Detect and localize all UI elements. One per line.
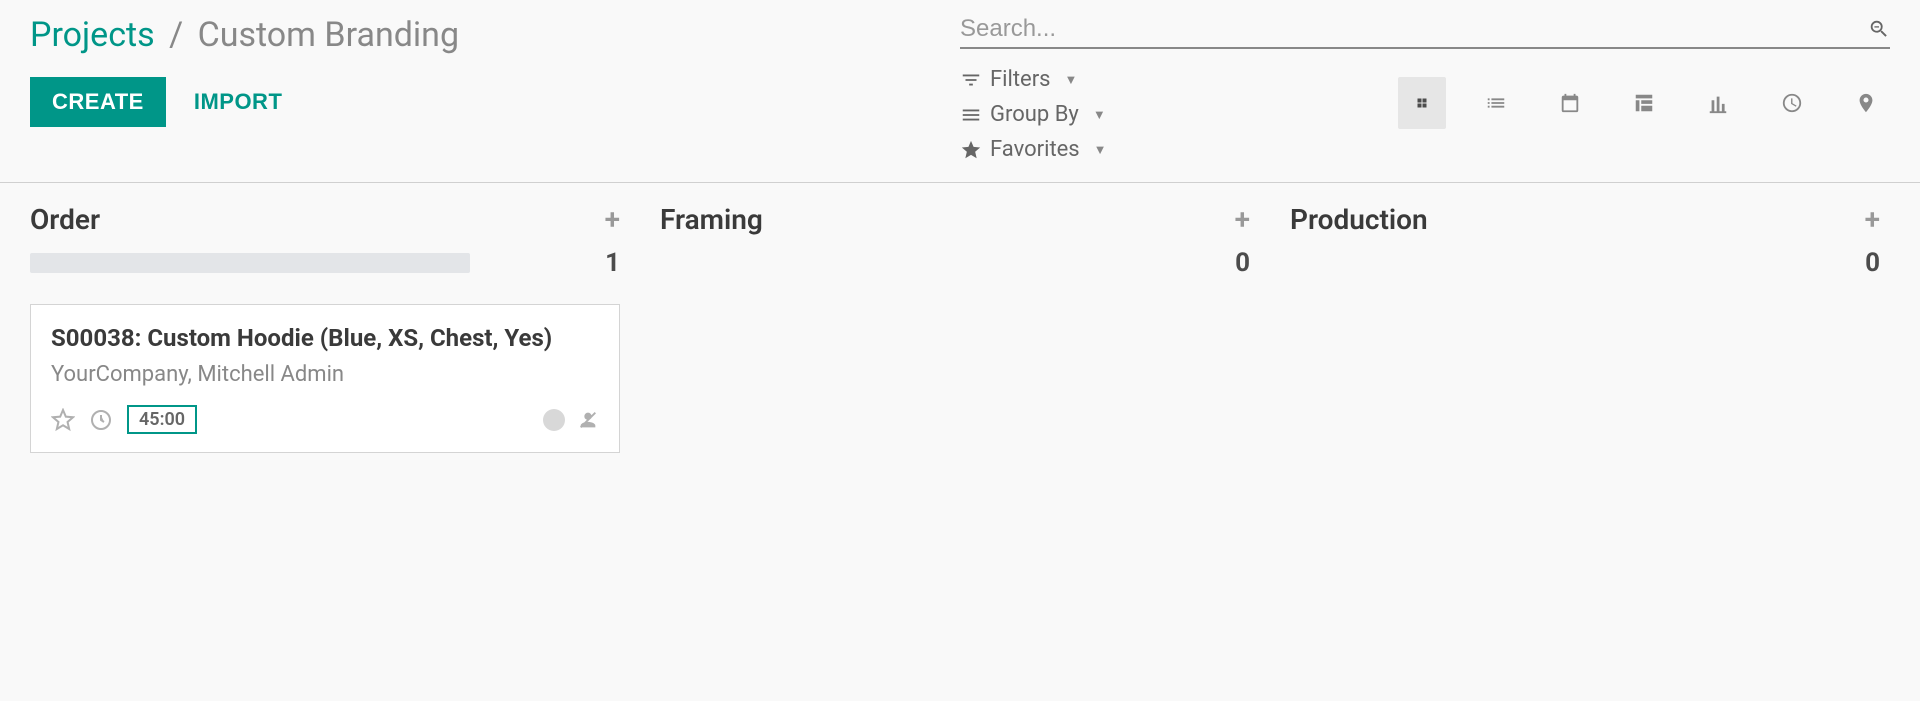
search-input[interactable] bbox=[960, 15, 1868, 43]
card-subtitle: YourCompany, Mitchell Admin bbox=[51, 362, 599, 387]
funnel-icon bbox=[960, 69, 982, 91]
time-badge: 45:00 bbox=[127, 405, 197, 434]
clock-icon bbox=[1781, 92, 1803, 114]
import-button[interactable]: IMPORT bbox=[194, 89, 283, 115]
filters-dropdown[interactable]: Filters ▼ bbox=[960, 67, 1107, 92]
column-title: Order bbox=[30, 203, 100, 236]
add-card-button[interactable]: + bbox=[605, 203, 620, 236]
kanban-board: Order + 1 S00038: Custom Hoodie (Blue, X… bbox=[0, 183, 1920, 485]
breadcrumb-root-link[interactable]: Projects bbox=[30, 15, 155, 55]
list-view-icon bbox=[1485, 92, 1507, 114]
kanban-column: Production + 0 bbox=[1290, 203, 1880, 465]
pivot-view-button[interactable] bbox=[1620, 79, 1668, 127]
add-card-button[interactable]: + bbox=[1235, 203, 1250, 236]
zoom-out-icon[interactable] bbox=[1868, 18, 1890, 40]
assignee-icon[interactable] bbox=[577, 409, 599, 431]
pivot-icon bbox=[1633, 92, 1655, 114]
state-dot-icon[interactable] bbox=[543, 409, 565, 431]
kanban-column: Order + 1 S00038: Custom Hoodie (Blue, X… bbox=[30, 203, 620, 465]
caret-down-icon: ▼ bbox=[1093, 107, 1106, 123]
caret-down-icon: ▼ bbox=[1094, 142, 1107, 158]
calendar-view-button[interactable] bbox=[1546, 79, 1594, 127]
star-icon bbox=[960, 139, 982, 161]
kanban-card[interactable]: S00038: Custom Hoodie (Blue, XS, Chest, … bbox=[30, 304, 620, 453]
favorites-label: Favorites bbox=[990, 137, 1080, 162]
control-bar: Projects / Custom Branding CREATE IMPORT… bbox=[0, 0, 1920, 183]
column-title: Production bbox=[1290, 203, 1428, 236]
activity-view-button[interactable] bbox=[1768, 79, 1816, 127]
activity-clock-icon[interactable] bbox=[89, 408, 113, 432]
map-pin-icon bbox=[1855, 92, 1877, 114]
list-icon bbox=[960, 104, 982, 126]
calendar-icon bbox=[1559, 92, 1581, 114]
graph-icon bbox=[1707, 92, 1729, 114]
filters-label: Filters bbox=[990, 67, 1051, 92]
list-view-button[interactable] bbox=[1472, 79, 1520, 127]
map-view-button[interactable] bbox=[1842, 79, 1890, 127]
column-count: 0 bbox=[1235, 248, 1250, 278]
kanban-icon bbox=[1416, 92, 1428, 114]
column-count: 1 bbox=[605, 248, 620, 278]
priority-star-icon[interactable] bbox=[51, 408, 75, 432]
caret-down-icon: ▼ bbox=[1065, 72, 1078, 88]
column-title: Framing bbox=[660, 203, 763, 236]
add-card-button[interactable]: + bbox=[1865, 203, 1880, 236]
column-progress bbox=[30, 253, 470, 273]
create-button[interactable]: CREATE bbox=[30, 77, 166, 127]
column-count: 0 bbox=[1865, 248, 1880, 278]
breadcrumb-separator: / bbox=[169, 15, 183, 55]
breadcrumb: Projects / Custom Branding bbox=[30, 15, 960, 55]
groupby-dropdown[interactable]: Group By ▼ bbox=[960, 102, 1107, 127]
favorites-dropdown[interactable]: Favorites ▼ bbox=[960, 137, 1107, 162]
groupby-label: Group By bbox=[990, 102, 1079, 127]
kanban-view-button[interactable] bbox=[1398, 77, 1446, 129]
graph-view-button[interactable] bbox=[1694, 79, 1742, 127]
breadcrumb-current: Custom Branding bbox=[198, 15, 459, 55]
card-title: S00038: Custom Hoodie (Blue, XS, Chest, … bbox=[51, 323, 599, 354]
kanban-column: Framing + 0 bbox=[660, 203, 1250, 465]
